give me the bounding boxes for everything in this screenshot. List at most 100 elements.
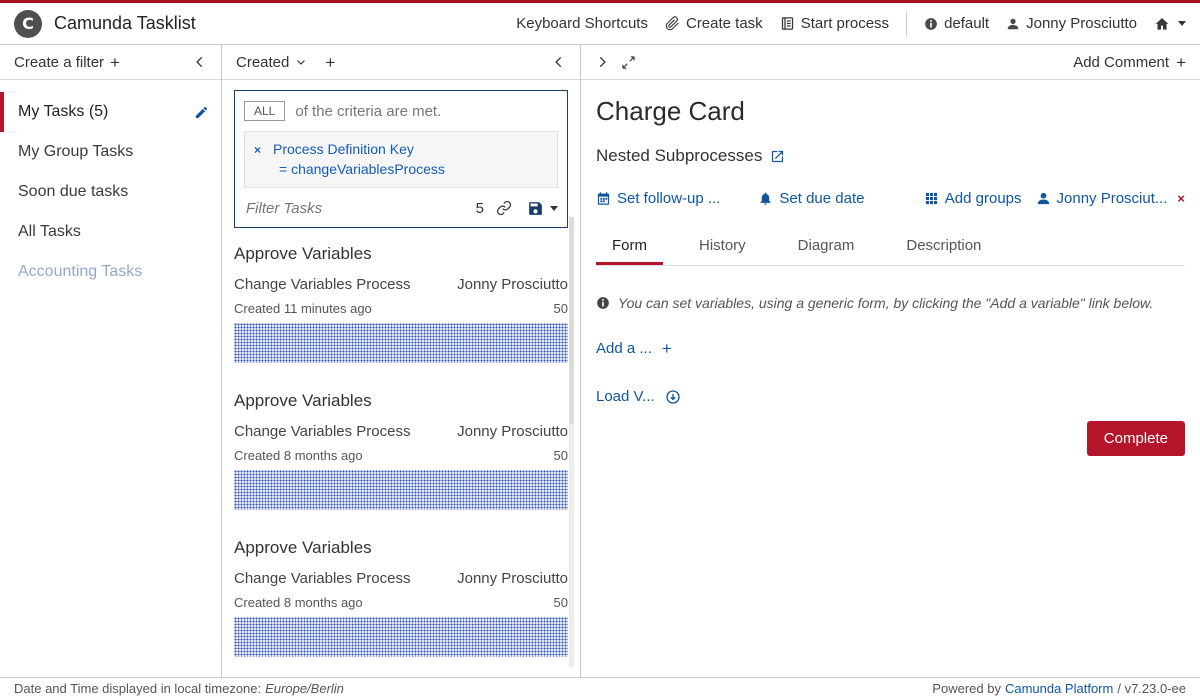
task-created: Created 11 minutes ago (234, 301, 372, 316)
tab-form[interactable]: Form (596, 228, 663, 265)
task-variables-placeholder (234, 617, 568, 657)
start-process-link[interactable]: Start process (780, 15, 889, 32)
assignee-link[interactable]: Jonny Prosciut... (1036, 190, 1168, 207)
collapse-detail-chevron-right-icon[interactable] (595, 55, 609, 69)
info-icon (924, 17, 938, 31)
task-count: 5 (476, 200, 484, 217)
add-comment-plus-icon: + (1176, 54, 1186, 71)
person-icon (1036, 191, 1051, 206)
paperclip-icon (665, 16, 680, 31)
sort-chevron-down-icon[interactable] (295, 56, 307, 68)
task-created: Created 8 months ago (234, 595, 363, 610)
task-priority: 50 (554, 448, 568, 463)
add-sort-plus-icon[interactable]: + (325, 54, 335, 71)
home-icon (1154, 16, 1170, 32)
download-circle-icon (665, 389, 681, 405)
filter-criteria-box: ALL of the criteria are met. × Process De… (234, 90, 568, 228)
add-variable-plus-icon: + (662, 340, 672, 357)
bell-icon (758, 191, 773, 206)
info-icon (596, 296, 610, 310)
task-priority: 50 (554, 595, 568, 610)
filter-item-accounting-tasks[interactable]: Accounting Tasks (0, 252, 221, 292)
form-info-note: You can set variables, using a generic f… (596, 295, 1185, 311)
filter-item-my-tasks[interactable]: My Tasks (5) (0, 92, 221, 132)
footer: Date and Time displayed in local timezon… (0, 677, 1200, 699)
timezone-label: Date and Time displayed in local timezon… (14, 681, 261, 696)
task-process-name: Change Variables Process (234, 570, 410, 587)
main-area: Create a filter + My Tasks (5) My Group … (0, 45, 1200, 677)
add-groups-link[interactable]: Add groups (924, 190, 1022, 207)
create-task-link[interactable]: Create task (665, 15, 763, 32)
tab-history[interactable]: History (683, 228, 762, 265)
version-label: / v7.23.0-ee (1117, 681, 1186, 696)
task-variables-placeholder (234, 470, 568, 510)
calendar-icon (596, 191, 611, 206)
home-menu[interactable] (1154, 16, 1186, 32)
filter-tasks-input[interactable] (244, 199, 476, 218)
header-divider (906, 11, 907, 37)
task-list: Approve Variables Change Variables Proce… (222, 234, 580, 677)
set-due-date-link[interactable]: Set due date (758, 190, 864, 207)
load-variables-link[interactable]: Load V... (596, 388, 1185, 405)
copy-link-icon[interactable] (496, 200, 512, 216)
process-definition-name: Nested Subprocesses (596, 146, 762, 166)
criteria-value: = changeVariablesProcess (279, 159, 548, 179)
task-list-item[interactable]: Approve Variables Change Variables Proce… (234, 538, 568, 657)
task-created: Created 8 months ago (234, 448, 363, 463)
chevron-down-icon (1178, 21, 1186, 26)
add-comment-link[interactable]: Add Comment + (1073, 54, 1186, 71)
add-filter-plus-icon[interactable]: + (110, 54, 120, 71)
tab-diagram[interactable]: Diagram (782, 228, 871, 265)
process-form-icon (780, 16, 795, 31)
task-title: Charge Card (596, 96, 1185, 127)
task-assignee: Jonny Prosciutto (457, 570, 568, 587)
add-variable-link[interactable]: Add a ... + (596, 340, 1185, 357)
app-title: Camunda Tasklist (54, 13, 196, 34)
filter-item-soon-due-tasks[interactable]: Soon due tasks (0, 172, 221, 212)
task-assignee: Jonny Prosciutto (457, 423, 568, 440)
sort-by-created-dropdown[interactable]: Created (236, 54, 289, 71)
timezone-value: Europe/Berlin (265, 681, 344, 696)
groups-grid-icon (924, 191, 939, 206)
save-chevron-down-icon (550, 206, 558, 211)
app-header: C Camunda Tasklist Keyboard Shortcuts Cr… (0, 3, 1200, 45)
task-assignee: Jonny Prosciutto (457, 276, 568, 293)
person-icon (1006, 17, 1020, 31)
collapse-list-chevron-left-icon[interactable] (552, 55, 566, 69)
camunda-platform-link[interactable]: Camunda Platform (1005, 681, 1113, 696)
external-link-icon[interactable] (770, 149, 785, 164)
collapse-sidebar-chevron-left-icon[interactable] (193, 55, 207, 69)
sidebar-header: Create a filter + (0, 45, 221, 80)
task-list-item[interactable]: Approve Variables Change Variables Proce… (234, 391, 568, 510)
create-filter-link[interactable]: Create a filter (14, 54, 104, 71)
task-list-scrollbar[interactable] (569, 217, 574, 667)
detail-header: Add Comment + (581, 45, 1200, 80)
task-actions-row: Set follow-up ... Set due date (596, 190, 1185, 207)
remove-assignee-x-icon[interactable]: × (1177, 191, 1185, 206)
task-list-item[interactable]: Approve Variables Change Variables Proce… (234, 244, 568, 363)
task-variables-placeholder (234, 323, 568, 363)
complete-button[interactable]: Complete (1087, 421, 1185, 456)
filter-list: My Tasks (5) My Group Tasks Soon due tas… (0, 80, 221, 292)
save-floppy-icon (527, 200, 544, 217)
set-follow-up-link[interactable]: Set follow-up ... (596, 190, 720, 207)
expand-fullscreen-icon[interactable] (621, 55, 636, 70)
filter-item-my-group-tasks[interactable]: My Group Tasks (0, 132, 221, 172)
filter-item-all-tasks[interactable]: All Tasks (0, 212, 221, 252)
criteria-key: Process Definition Key (273, 141, 414, 157)
keyboard-shortcuts-link[interactable]: Keyboard Shortcuts (516, 15, 648, 32)
engine-selector[interactable]: default (924, 15, 989, 32)
camunda-logo-icon: C (14, 10, 42, 38)
user-menu[interactable]: Jonny Prosciutto (1006, 15, 1137, 32)
edit-filter-pencil-icon[interactable] (194, 105, 209, 120)
task-priority: 50 (554, 301, 568, 316)
tab-description[interactable]: Description (890, 228, 997, 265)
powered-by-label: Powered by (932, 681, 1001, 696)
match-type-text: of the criteria are met. (295, 103, 441, 120)
task-process-name: Change Variables Process (234, 423, 410, 440)
criteria-chip[interactable]: × Process Definition Key = changeVariable… (244, 131, 558, 188)
save-filter-button[interactable] (527, 200, 558, 217)
remove-criteria-x-icon[interactable]: × (254, 143, 261, 157)
detail-tabs: Form History Diagram Description (596, 228, 1185, 266)
match-type-all-badge[interactable]: ALL (244, 101, 285, 121)
